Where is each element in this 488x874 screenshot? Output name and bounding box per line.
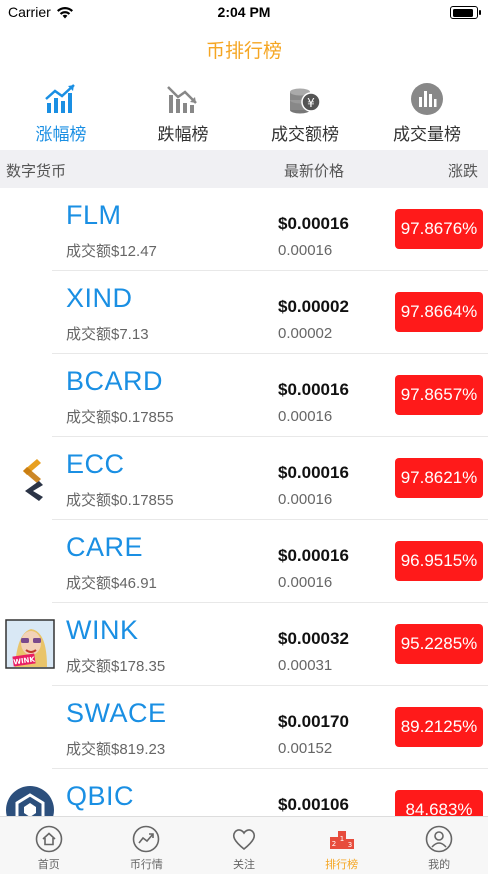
change-badge[interactable]: 97.8621% [395, 458, 483, 498]
coins-yen-icon: ¥ [288, 82, 322, 116]
table-row[interactable]: ECC 成交额$0.17855 $0.00016 0.00016 97.8621… [0, 437, 488, 520]
tab-turnover[interactable]: ¥ 成交额榜 [244, 82, 366, 146]
price-usd: $0.00032 [278, 629, 349, 648]
tab-home[interactable]: 首页 [0, 817, 98, 874]
price-raw: 0.00152 [278, 740, 333, 757]
tab-turnover-label: 成交额榜 [271, 125, 339, 144]
tab-follow[interactable]: 关注 [195, 817, 293, 874]
tab-ranking[interactable]: 2 1 3 排行榜 [293, 817, 391, 874]
qbic-logo-icon [6, 786, 54, 816]
change-badge[interactable]: 97.8676% [395, 209, 483, 249]
coin-volume: 成交额$46.91 [66, 575, 157, 592]
coin-volume: 成交额$12.47 [66, 243, 157, 260]
price-usd: $0.00170 [278, 712, 349, 731]
ranking-tabs: 涨幅榜 跌幅榜 ¥ 成交额榜 成交量榜 [0, 82, 488, 146]
price-raw: 0.00031 [278, 657, 333, 674]
coin-symbol: BCARD [66, 366, 164, 396]
svg-text:¥: ¥ [307, 96, 315, 110]
table-row[interactable]: XIND 成交额$7.13 $0.00002 0.00002 97.8664% [0, 271, 488, 354]
podium-icon: 2 1 3 [328, 825, 356, 853]
change-badge[interactable]: 97.8657% [395, 375, 483, 415]
bottom-tab-bar: 首页 币行情 关注 2 1 3 排行榜 我的 [0, 816, 488, 874]
status-time: 2:04 PM [217, 4, 271, 20]
tab-market-label: 币行情 [129, 859, 163, 871]
svg-text:1: 1 [339, 835, 343, 843]
ecc-logo-icon [23, 459, 43, 501]
price-raw: 0.00016 [278, 574, 333, 591]
change-badge[interactable]: 89.2125% [395, 707, 483, 747]
header-coin: 数字货币 [6, 163, 67, 180]
price-raw: 0.00016 [278, 242, 333, 259]
coin-list: FLM 成交额$12.47 $0.00016 0.00016 97.8676% … [0, 188, 488, 816]
change-badge[interactable]: 95.2285% [395, 624, 483, 664]
svg-text:3: 3 [347, 841, 351, 849]
tab-gainers-label: 涨幅榜 [35, 125, 87, 144]
tab-home-label: 首页 [37, 859, 60, 871]
price-raw: 0.00016 [278, 408, 333, 425]
tab-market[interactable]: 币行情 [98, 817, 196, 874]
battery-icon [450, 6, 481, 19]
svg-text:2: 2 [331, 840, 335, 848]
heart-icon [230, 825, 258, 853]
status-bar: Carrier 2:04 PM [0, 0, 488, 26]
table-row[interactable]: SWACE 成交额$819.23 $0.00170 0.00152 89.212… [0, 686, 488, 769]
tab-profile-label: 我的 [428, 859, 451, 871]
tab-follow-label: 关注 [232, 859, 255, 871]
market-chart-icon [132, 825, 160, 853]
coin-symbol: ECC [66, 449, 125, 479]
price-raw: 0.00002 [278, 325, 333, 342]
price-usd: $0.00016 [278, 463, 349, 482]
tab-volume[interactable]: 成交量榜 [366, 82, 488, 146]
coin-volume: 成交额$819.23 [66, 741, 166, 758]
price-usd: $0.00016 [278, 380, 349, 399]
coin-volume: 成交额$7.13 [66, 326, 149, 343]
price-usd: $0.00016 [278, 214, 349, 233]
table-row[interactable]: CARE 成交额$46.91 $0.00016 0.00016 96.9515% [0, 520, 488, 603]
coin-volume: 成交额$178.35 [66, 658, 166, 675]
table-row[interactable]: WINK WINK 成交额$178.35 $0.00032 0.00031 95… [0, 603, 488, 686]
wink-logo-icon: WINK [5, 619, 55, 669]
tab-profile[interactable]: 我的 [390, 817, 488, 874]
page-title: 币排行榜 [205, 41, 282, 62]
coin-symbol: WINK [66, 615, 139, 645]
coin-volume: 成交额$0.17855 [66, 409, 174, 426]
price-usd: $0.00106 [278, 795, 349, 814]
volume-bars-icon [410, 82, 444, 116]
price-usd: $0.00002 [278, 297, 349, 316]
change-badge[interactable]: 96.9515% [395, 541, 483, 581]
tab-ranking-label: 排行榜 [325, 859, 359, 871]
table-row[interactable]: FLM 成交额$12.47 $0.00016 0.00016 97.8676% [0, 188, 488, 271]
tab-gainers[interactable]: 涨幅榜 [0, 82, 122, 146]
home-icon [35, 825, 63, 853]
price-raw: 0.00016 [278, 491, 333, 508]
battery-level [452, 8, 473, 17]
coin-symbol: SWACE [66, 698, 167, 728]
change-badge[interactable]: 84.683% [395, 790, 483, 816]
coin-symbol: QBIC [66, 781, 135, 811]
coin-symbol: CARE [66, 532, 144, 562]
table-row[interactable]: QBIC $0.00106 84.683% [0, 769, 488, 816]
price-usd: $0.00016 [278, 546, 349, 565]
header-price: 最新价格 [284, 163, 345, 180]
coin-symbol: FLM [66, 200, 122, 230]
table-header: 数字货币 最新价格 涨跌 [0, 150, 488, 188]
tab-volume-label: 成交量榜 [393, 125, 461, 144]
user-icon [425, 825, 453, 853]
table-row[interactable]: BCARD 成交额$0.17855 $0.00016 0.00016 97.86… [0, 354, 488, 437]
tab-losers-label: 跌幅榜 [157, 125, 209, 144]
change-badge[interactable]: 97.8664% [395, 292, 483, 332]
header-change: 涨跌 [447, 163, 478, 180]
chart-down-icon [166, 82, 200, 116]
coin-symbol: XIND [66, 283, 133, 313]
coin-volume: 成交额$0.17855 [66, 492, 174, 509]
tab-losers[interactable]: 跌幅榜 [122, 82, 244, 146]
chart-up-icon [44, 82, 78, 116]
